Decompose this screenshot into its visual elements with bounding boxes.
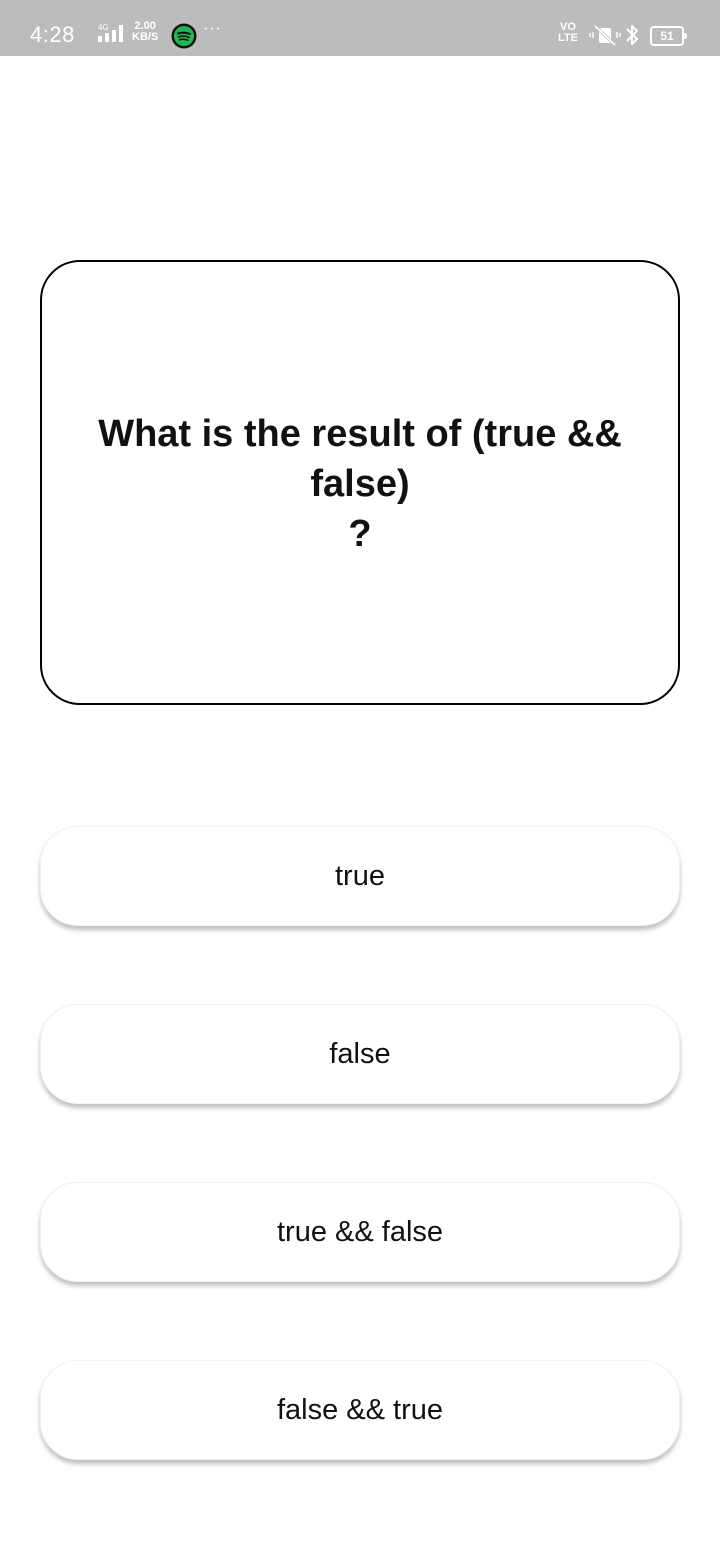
- network-type-label: 4G: [98, 23, 109, 32]
- answer-button-2[interactable]: false: [40, 1004, 680, 1104]
- signal-icon: 4G: [98, 23, 123, 42]
- status-time: 4:28: [30, 22, 75, 47]
- volte-indicator: VO LTE: [558, 22, 578, 44]
- volte-bottom-label: LTE: [558, 32, 578, 44]
- answer-button-3[interactable]: true && false: [40, 1182, 680, 1282]
- mute-icon: [589, 24, 621, 47]
- status-bar: 4:28 4G 2.00 KB/S ··· VO LTE 51: [0, 0, 720, 56]
- battery-icon: 51: [650, 26, 687, 46]
- network-speed: 2.00 KB/S: [132, 21, 158, 43]
- more-notifications-icon: ···: [203, 20, 222, 37]
- spotify-icon: [171, 23, 197, 49]
- answer-button-1[interactable]: true: [40, 826, 680, 926]
- question-text: What is the result of (true && false) ?: [98, 412, 622, 555]
- speed-unit: KB/S: [132, 31, 159, 43]
- question-card: What is the result of (true && false) ?: [40, 260, 680, 705]
- answer-button-4[interactable]: false && true: [40, 1360, 680, 1460]
- bluetooth-icon: [626, 25, 638, 45]
